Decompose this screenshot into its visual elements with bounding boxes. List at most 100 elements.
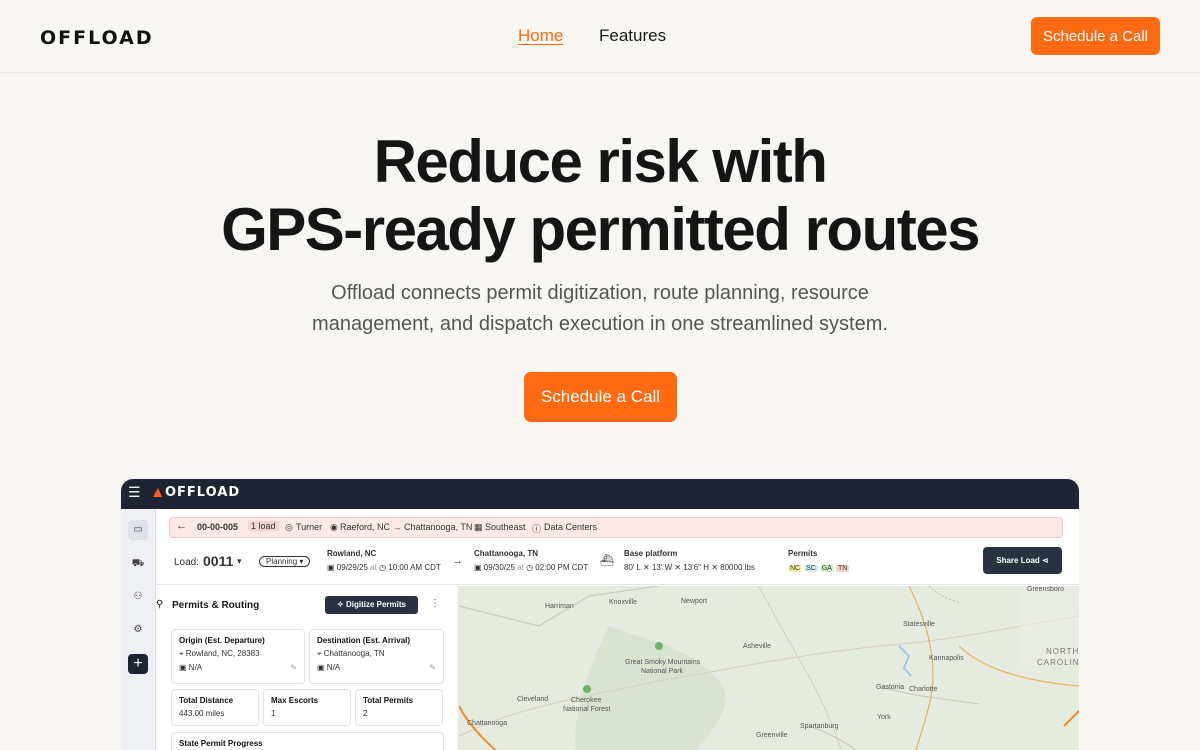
permit-tag-tn: TN (835, 565, 850, 572)
origin-at: at (370, 563, 377, 572)
destination-card-title: Destination (Est. Arrival) (317, 636, 411, 645)
destination-schedule: ▣ 09/30/25 at ◷ 02:00 PM CDT (474, 563, 588, 572)
info-icon: ⓘ (532, 524, 542, 534)
load-label: Load: (174, 557, 200, 568)
brand-logo[interactable]: OFFLOAD (40, 27, 154, 49)
back-arrow-icon: ← (176, 520, 187, 532)
share-load-button[interactable]: Share Load ⋖ (983, 547, 1062, 574)
load-summary-row: Load: 0011 ▾ Planning ▾ Rowland, NC ▣ 09… (156, 541, 1079, 585)
status-pill-label: Planning (266, 557, 298, 566)
map-label-york: York (877, 714, 891, 721)
hamburger-menu-icon: ☰ (128, 484, 141, 500)
hero-title-line-2: GPS-ready permitted routes (221, 196, 980, 263)
edit-icon[interactable]: ✎ (290, 663, 297, 672)
map-label-gastonia: Gastonia (876, 684, 905, 691)
more-options-icon[interactable]: ⋮ (430, 598, 440, 609)
pin-icon: ⌖ (317, 649, 322, 658)
map-label-asheville: Asheville (743, 643, 772, 650)
top-nav: OFFLOAD Home Features Schedule a Call (0, 0, 1200, 73)
app-preview: ☰ OFFLOAD ▭ ⛟ ⚇ ⚙ + ← 00-00-005 1 load ◎… (121, 479, 1079, 750)
total-distance-value: 443.00 miles (179, 709, 225, 718)
calendar-icon: ▣ (179, 663, 187, 672)
hero-subtitle: Offload connects permit digitization, ro… (312, 282, 888, 335)
schedule-call-button-nav[interactable]: Schedule a Call (1031, 17, 1160, 55)
nav-features-link[interactable]: Features (599, 26, 666, 46)
route-summary: Raeford, NC → Chattanooga, TN (340, 522, 473, 532)
state-permit-progress-title: State Permit Progress (179, 739, 263, 748)
truck-icon: ⛟ (131, 558, 145, 569)
digitize-permits-button[interactable]: ✧ Digitize Permits (325, 596, 418, 614)
load-dropdown-chevron-icon[interactable]: ▾ (237, 556, 242, 567)
permit-tag-nc: NC (788, 565, 803, 572)
map-label-chattanooga: Chattanooga (467, 720, 508, 727)
origin-card-address: ⌖ Rowland, NC, 28383 (179, 649, 297, 659)
clock-icon: ◷ (379, 563, 387, 572)
dest-date: 09/30/25 (483, 563, 515, 572)
logo-mark-icon (153, 488, 162, 497)
destination-address: Chattanooga, TN (323, 649, 385, 658)
destination-city: Chattanooga, TN (474, 549, 538, 558)
map-label-charlotte: Charlotte (909, 686, 938, 693)
destination-card-time: ▣ N/A ✎ (317, 663, 436, 672)
total-distance-title: Total Distance (179, 696, 234, 705)
map-label-carolina: CAROLINA (1037, 658, 1079, 667)
pin-icon: ⌖ (179, 649, 184, 658)
map-label-greenville: Greenville (756, 732, 788, 739)
map-label-statesville: Statesville (903, 621, 935, 628)
state-permit-progress-card: State Permit Progress (171, 732, 444, 750)
total-distance-card: Total Distance 443.00 miles (171, 689, 259, 726)
map-canvas (459, 586, 1079, 750)
map-label-greensboro: Greensboro (1027, 586, 1064, 593)
destination-card: Destination (Est. Arrival) ⌖ Chattanooga… (309, 629, 444, 684)
origin-date: 09/29/25 (336, 563, 368, 572)
app-topbar: ☰ OFFLOAD (121, 479, 1079, 509)
share-icon: ⋖ (1042, 556, 1049, 565)
permit-state-tags: NC SC GA TN (788, 563, 851, 572)
schedule-call-button-hero[interactable]: Schedule a Call (524, 372, 677, 422)
total-permits-card: Total Permits 2 (355, 689, 443, 726)
app-sidebar: ▭ ⛟ ⚇ ⚙ + (121, 509, 156, 750)
calendar-icon: ▣ (327, 563, 335, 572)
total-permits-value: 2 (363, 709, 368, 718)
load-id: 00-00-005 (197, 522, 239, 532)
route-map[interactable]: Harriman Knoxville Newport Greensboro St… (459, 586, 1079, 750)
load-number: 0011 (203, 553, 234, 569)
origin-address: Rowland, NC, 28383 (185, 649, 260, 658)
customer-icon: ◎ (285, 522, 293, 532)
platform-title: Base platform (624, 549, 678, 558)
people-icon: ⚇ (133, 591, 143, 602)
share-load-label: Share Load (996, 556, 1040, 565)
hero-title: Reduce risk with GPS-ready permitted rou… (0, 128, 1200, 264)
route-arrow-icon: → (452, 555, 463, 567)
pin-icon: ◉ (330, 522, 338, 532)
gear-icon: ⚙ (133, 624, 143, 635)
permits-title: Permits (788, 549, 818, 558)
origin-card-time: ▣ N/A ✎ (179, 663, 297, 672)
dest-time: 02:00 PM CDT (535, 563, 589, 572)
permit-tag-sc: SC (804, 565, 818, 572)
magic-wand-icon: ✧ (337, 600, 344, 609)
status-pill[interactable]: Planning ▾ (259, 556, 311, 567)
max-escorts-title: Max Escorts (271, 696, 319, 705)
map-label-national-forest: National Forest (563, 706, 611, 713)
destination-card-address: ⌖ Chattanooga, TN (317, 649, 436, 659)
edit-icon[interactable]: ✎ (429, 663, 436, 672)
total-permits-title: Total Permits (363, 696, 414, 705)
region-icon: ▦ (474, 522, 483, 532)
dest-at: at (517, 563, 524, 572)
app-logo: OFFLOAD (153, 485, 240, 500)
hero-title-line-1: Reduce risk with (373, 128, 828, 195)
load-count-badge: 1 load (248, 521, 279, 531)
add-icon: + (128, 654, 148, 674)
map-label-newport: Newport (681, 598, 708, 605)
routing-icon: ⚲ (156, 599, 164, 610)
calendar-icon: ▣ (317, 663, 325, 672)
destination-est-time: N/A (326, 663, 341, 672)
map-label-harriman: Harriman (545, 603, 574, 610)
app-logo-text: OFFLOAD (165, 485, 241, 500)
map-label-smoky: Great Smoky Mountains (625, 659, 701, 666)
map-label-kannapolis: Kannapolis (929, 655, 964, 662)
nav-home-link[interactable]: Home (518, 26, 563, 46)
origin-time: 10:00 AM CDT (388, 563, 441, 572)
permits-routing-panel: ⚲ Permits & Routing ✧ Digitize Permits ⋮… (156, 586, 459, 750)
